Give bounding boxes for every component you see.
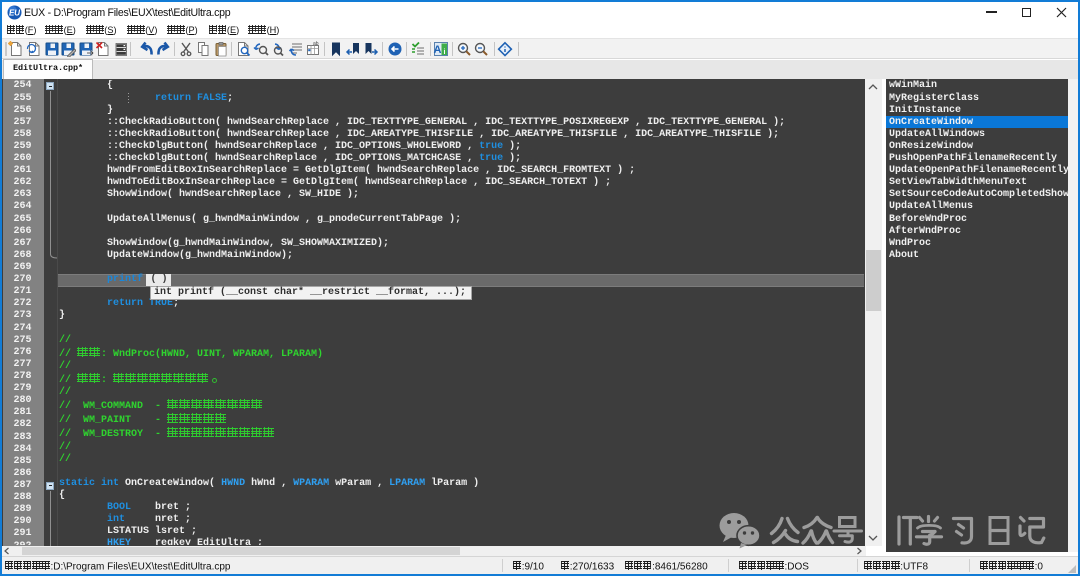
svg-text:A: A [433,44,441,56]
svg-text:EU: EU [9,9,20,18]
svg-text:ab: ab [313,41,319,47]
svg-text:i: i [443,49,445,56]
